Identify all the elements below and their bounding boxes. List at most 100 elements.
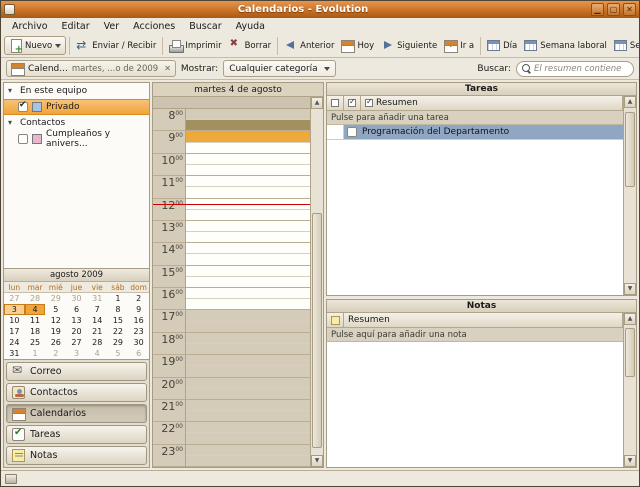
minical-day[interactable]: 2 — [45, 348, 66, 359]
scrollbar-thumb[interactable] — [625, 328, 635, 377]
titlebar[interactable]: Calendarios - Evolution ▁ ▢ ✕ — [1, 1, 639, 18]
search-input[interactable] — [534, 64, 628, 74]
menu-acciones[interactable]: Acciones — [126, 20, 182, 33]
search-icon[interactable] — [522, 64, 531, 74]
minical-day[interactable]: 6 — [128, 348, 149, 359]
time-slot[interactable] — [186, 456, 310, 467]
new-button[interactable]: Nuevo — [4, 36, 66, 55]
time-slot[interactable] — [186, 232, 310, 243]
task-type-column-header[interactable] — [327, 96, 344, 110]
scrollbar-track[interactable] — [311, 109, 323, 455]
time-slot[interactable] — [186, 154, 310, 165]
minical-day[interactable]: 9 — [128, 304, 149, 315]
scroll-up-icon[interactable]: ▲ — [311, 97, 323, 109]
minical-day[interactable]: 5 — [108, 348, 129, 359]
minical-day[interactable]: 11 — [25, 315, 46, 326]
minical-day[interactable]: 13 — [66, 315, 87, 326]
minical-day[interactable]: 3 — [66, 348, 87, 359]
day-view-scrollbar[interactable]: ▲ ▼ — [310, 97, 323, 467]
print-button[interactable]: Imprimir — [166, 37, 224, 54]
minical-day[interactable]: 8 — [108, 304, 129, 315]
minical-day[interactable]: 17 — [4, 326, 25, 337]
minical-day[interactable]: 23 — [128, 326, 149, 337]
time-slot[interactable] — [186, 221, 310, 232]
minical-day[interactable]: 28 — [25, 293, 46, 304]
minical-day[interactable]: 27 — [4, 293, 25, 304]
minical-day[interactable]: 26 — [45, 337, 66, 348]
time-slot[interactable] — [186, 176, 310, 187]
minical-day[interactable]: 5 — [45, 304, 66, 315]
minical-day[interactable]: 1 — [25, 348, 46, 359]
close-button[interactable]: ✕ — [623, 3, 636, 16]
all-day-row[interactable] — [153, 97, 310, 109]
task-row[interactable]: Programación del Departamento — [327, 125, 623, 140]
switcher-notas[interactable]: Notas — [6, 446, 147, 465]
window-menu-icon[interactable] — [4, 4, 15, 15]
time-slot[interactable] — [186, 322, 310, 333]
scroll-down-icon[interactable]: ▼ — [311, 455, 323, 467]
minical-day[interactable]: 7 — [87, 304, 108, 315]
time-slot[interactable] — [186, 109, 310, 120]
delete-button[interactable]: Borrar — [226, 37, 275, 54]
category-dropdown[interactable]: Cualquier categoría — [223, 60, 335, 77]
time-slot[interactable] — [186, 422, 310, 433]
time-slot[interactable] — [186, 299, 310, 310]
time-slot[interactable] — [186, 266, 310, 277]
minical-day[interactable]: 2 — [128, 293, 149, 304]
new-dropdown-icon[interactable] — [55, 44, 61, 48]
expander-icon[interactable]: ▾ — [8, 87, 16, 95]
calendar-checkbox[interactable] — [18, 134, 28, 144]
minical-day[interactable]: 14 — [87, 315, 108, 326]
tree-group-local[interactable]: ▾ En este equipo — [4, 83, 149, 99]
add-note-row[interactable]: Pulse aquí para añadir una nota — [327, 328, 623, 342]
switcher-tareas[interactable]: Tareas — [6, 425, 147, 444]
status-icon[interactable] — [5, 474, 17, 484]
minical-day[interactable]: 30 — [66, 293, 87, 304]
minical-day[interactable]: 18 — [25, 326, 46, 337]
goto-button[interactable]: Ir a — [441, 37, 477, 54]
minical-day[interactable]: 15 — [108, 315, 129, 326]
minical-day[interactable]: 12 — [45, 315, 66, 326]
menu-ver[interactable]: Ver — [97, 20, 127, 33]
previous-button[interactable]: Anterior — [281, 37, 337, 54]
time-slot[interactable] — [186, 187, 310, 198]
week-view-button[interactable]: Semana — [611, 38, 639, 53]
notes-scrollbar[interactable]: ▲ ▼ — [623, 313, 636, 467]
minical-day[interactable]: 20 — [66, 326, 87, 337]
expander-icon[interactable]: ▾ — [8, 119, 16, 127]
calendar-tab[interactable]: Calend... martes, ...o de 2009 ✕ — [6, 60, 176, 77]
switcher-calendarios[interactable]: Calendarios — [6, 404, 147, 423]
minical-day[interactable]: 24 — [4, 337, 25, 348]
time-slot[interactable] — [186, 143, 310, 154]
minical-day[interactable]: 16 — [128, 315, 149, 326]
time-slot[interactable] — [186, 366, 310, 377]
minical-day[interactable]: 4 — [25, 304, 46, 315]
notes-empty-area[interactable] — [327, 342, 623, 467]
scrollbar-track[interactable] — [624, 325, 636, 455]
time-slot[interactable] — [186, 310, 310, 321]
task-complete-column-header[interactable] — [344, 96, 361, 110]
tab-close-icon[interactable]: ✕ — [162, 64, 171, 73]
time-slot[interactable] — [186, 210, 310, 221]
menu-editar[interactable]: Editar — [55, 20, 97, 33]
search-box[interactable] — [516, 61, 634, 77]
time-slot[interactable] — [186, 243, 310, 254]
time-slot[interactable] — [186, 288, 310, 299]
day-view-header[interactable]: martes 4 de agosto — [153, 83, 323, 97]
day-view-button[interactable]: Día — [484, 38, 520, 53]
calendar-checkbox[interactable] — [18, 102, 28, 112]
work-week-view-button[interactable]: Semana laboral — [521, 38, 610, 53]
next-button[interactable]: Siguiente — [378, 37, 440, 54]
minical-day[interactable]: 25 — [25, 337, 46, 348]
minical-day[interactable]: 29 — [108, 337, 129, 348]
scrollbar-thumb[interactable] — [625, 112, 635, 187]
scroll-up-icon[interactable]: ▲ — [624, 313, 636, 325]
time-slot[interactable] — [186, 400, 310, 411]
send-receive-button[interactable]: Enviar / Recibir — [73, 37, 159, 54]
time-slot[interactable] — [186, 344, 310, 355]
minical-day[interactable]: 29 — [45, 293, 66, 304]
menu-ayuda[interactable]: Ayuda — [229, 20, 272, 33]
scrollbar-thumb[interactable] — [312, 213, 322, 448]
time-slot[interactable] — [186, 355, 310, 366]
minical-day[interactable]: 21 — [87, 326, 108, 337]
